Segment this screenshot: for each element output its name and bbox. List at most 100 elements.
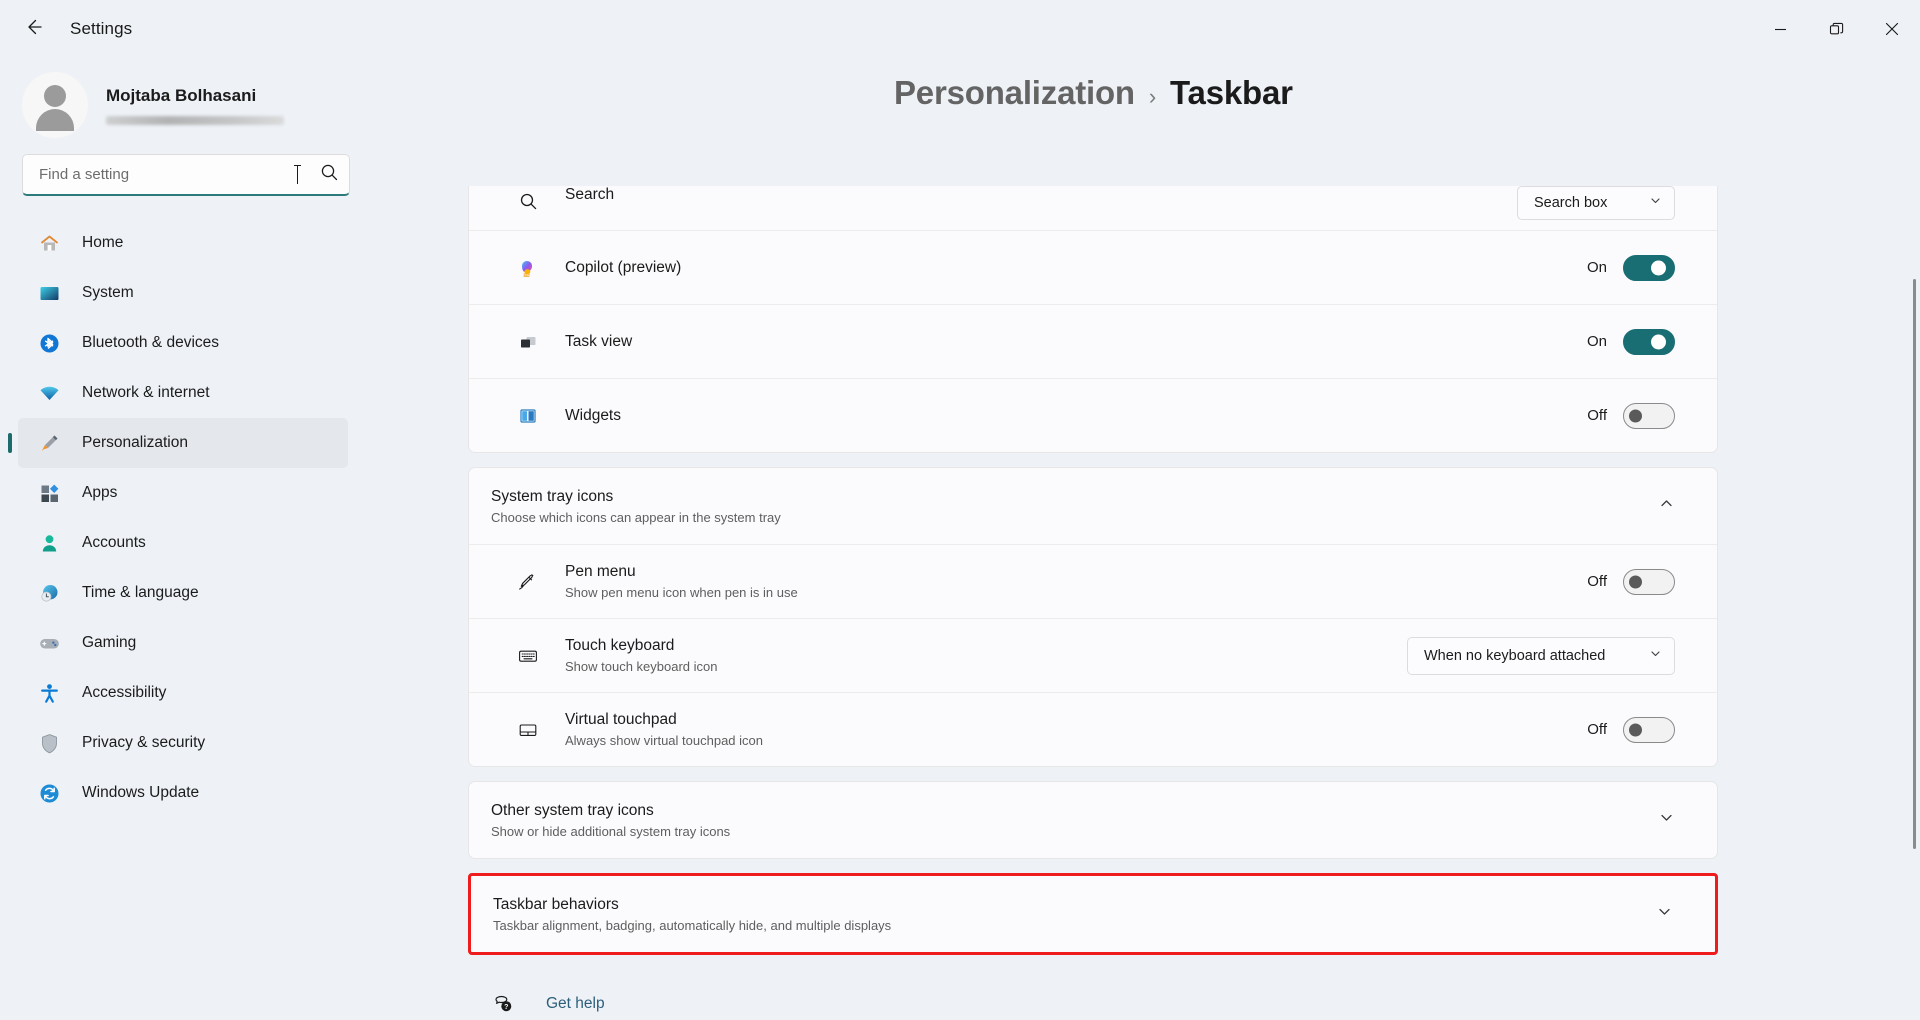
sidebar-item-label: Gaming	[82, 634, 137, 651]
link-label: Get help	[546, 995, 605, 1012]
breadcrumb-separator: ›	[1148, 84, 1157, 109]
sidebar-item-label: Windows Update	[82, 784, 200, 801]
content-scrollbar[interactable]	[1913, 198, 1916, 1012]
section-subtitle: Show or hide additional system tray icon…	[491, 823, 731, 839]
window-controls	[1752, 0, 1920, 58]
chevron-down-icon[interactable]	[1658, 809, 1675, 831]
copilot-toggle[interactable]	[1623, 254, 1675, 281]
search-icon	[515, 188, 541, 214]
personalization-icon	[36, 430, 62, 456]
sidebar-item-label: Home	[82, 234, 124, 251]
section-title: System tray icons	[491, 487, 614, 505]
privacy-security-icon	[36, 730, 62, 756]
row-touch-keyboard[interactable]: Touch keyboard Show touch keyboard icon …	[469, 618, 1717, 692]
back-button[interactable]	[12, 8, 54, 50]
search-icon[interactable]	[320, 163, 339, 187]
section-title: Taskbar behaviors	[493, 895, 619, 913]
sidebar-item-label: Bluetooth & devices	[82, 334, 220, 351]
search-container	[0, 154, 372, 196]
title-bar: Settings	[0, 0, 1920, 58]
sidebar-item-accounts[interactable]: Accounts	[18, 518, 348, 568]
toggle-state-label: Off	[1587, 407, 1607, 424]
row-title: Search	[565, 186, 615, 203]
sidebar-item-windows-update[interactable]: Windows Update	[18, 768, 348, 818]
sidebar-item-label: Time & language	[82, 584, 199, 601]
chevron-down-icon[interactable]	[1656, 903, 1673, 925]
task-view-icon	[515, 329, 541, 355]
apps-icon	[36, 480, 62, 506]
profile-name: Mojtaba Bolhasani	[106, 85, 257, 105]
close-button[interactable]	[1864, 0, 1920, 58]
row-title: Pen menu	[565, 563, 636, 580]
system-tray-section-header[interactable]: System tray icons Choose which icons can…	[469, 468, 1717, 544]
sidebar-item-label: Privacy & security	[82, 734, 206, 751]
sidebar-item-apps[interactable]: Apps	[18, 468, 348, 518]
sidebar-item-label: Accounts	[82, 534, 146, 551]
toggle-state-label: Off	[1587, 573, 1607, 590]
sidebar-item-label: Personalization	[82, 434, 188, 451]
row-copilot[interactable]: PRE Copilot (preview) On	[469, 230, 1717, 304]
search-box[interactable]	[22, 154, 350, 196]
touch-keyboard-dropdown[interactable]: When no keyboard attached	[1407, 636, 1675, 675]
sidebar-item-gaming[interactable]: Gaming	[18, 618, 348, 668]
text-caret	[294, 165, 301, 184]
footer-links: ? Get help Give fee	[468, 983, 1718, 1020]
sidebar-item-label: Accessibility	[82, 684, 167, 701]
pen-menu-toggle[interactable]	[1623, 568, 1675, 595]
keyboard-icon	[515, 643, 541, 669]
task-view-toggle[interactable]	[1623, 328, 1675, 355]
row-pen-menu[interactable]: Pen menu Show pen menu icon when pen is …	[469, 544, 1717, 618]
profile-email-redacted	[106, 115, 284, 125]
search-mode-dropdown[interactable]: Search box	[1517, 186, 1675, 220]
row-subtitle: Show pen menu icon when pen is in use	[565, 585, 798, 600]
section-subtitle: Choose which icons can appear in the sys…	[491, 509, 781, 525]
network-icon	[36, 380, 62, 406]
dropdown-value: Search box	[1534, 195, 1608, 211]
sidebar-item-label: Network & internet	[82, 384, 210, 401]
row-search[interactable]: Search Search box	[469, 186, 1717, 230]
scrollbar-thumb[interactable]	[1913, 279, 1916, 850]
row-title: Virtual touchpad	[565, 711, 677, 728]
restore-button[interactable]	[1808, 0, 1864, 58]
chevron-down-icon	[1649, 194, 1662, 212]
row-task-view[interactable]: Task view On	[469, 304, 1717, 378]
chevron-down-icon	[1649, 647, 1662, 665]
sidebar-item-system[interactable]: System	[18, 268, 348, 318]
sidebar-item-time-language[interactable]: Time & language	[18, 568, 348, 618]
sidebar-item-home[interactable]: Home	[18, 218, 348, 268]
breadcrumb: Personalization › Taskbar	[894, 74, 1920, 112]
chevron-up-icon[interactable]	[1658, 495, 1675, 517]
widgets-toggle[interactable]	[1623, 402, 1675, 429]
row-title: Copilot (preview)	[565, 258, 682, 276]
copilot-icon: PRE	[515, 255, 541, 281]
other-tray-section-header[interactable]: Other system tray icons Show or hide add…	[469, 782, 1717, 858]
search-input[interactable]	[39, 166, 297, 183]
settings-column: Search Search box PRE Copilot (preview) …	[468, 186, 1718, 1020]
toggle-state-label: On	[1586, 333, 1607, 350]
breadcrumb-parent[interactable]: Personalization	[894, 74, 1135, 112]
profile-block[interactable]: Mojtaba Bolhasani	[0, 58, 372, 154]
sidebar-item-accessibility[interactable]: Accessibility	[18, 668, 348, 718]
sidebar-item-privacy-security[interactable]: Privacy & security	[18, 718, 348, 768]
avatar	[22, 72, 88, 138]
row-widgets[interactable]: Widgets Off	[469, 378, 1717, 452]
sidebar: Mojtaba Bolhasani Find a setting Home Sy…	[0, 58, 372, 1020]
section-subtitle: Taskbar alignment, badging, automaticall…	[493, 917, 892, 933]
sidebar-item-network[interactable]: Network & internet	[18, 368, 348, 418]
content-area: Personalization › Taskbar Search Search …	[372, 58, 1920, 1020]
app-shell: Mojtaba Bolhasani Find a setting Home Sy…	[0, 58, 1920, 1020]
row-virtual-touchpad[interactable]: Virtual touchpad Always show virtual tou…	[469, 692, 1717, 766]
get-help-link[interactable]: ? Get help	[490, 983, 605, 1020]
virtual-touchpad-toggle[interactable]	[1623, 716, 1675, 743]
time-language-icon	[36, 580, 62, 606]
taskbar-behaviors-section-header[interactable]: Taskbar behaviors Taskbar alignment, bad…	[471, 876, 1715, 952]
toggle-state-label: Off	[1587, 721, 1607, 738]
minimize-button[interactable]	[1752, 0, 1808, 58]
sidebar-nav: Home System Bluetooth & devices Network …	[0, 218, 372, 818]
dropdown-value: When no keyboard attached	[1424, 647, 1606, 664]
accounts-icon	[36, 530, 62, 556]
pen-icon	[515, 569, 541, 595]
sidebar-item-personalization[interactable]: Personalization	[18, 418, 348, 468]
sidebar-item-bluetooth[interactable]: Bluetooth & devices	[18, 318, 348, 368]
system-icon	[36, 280, 62, 306]
